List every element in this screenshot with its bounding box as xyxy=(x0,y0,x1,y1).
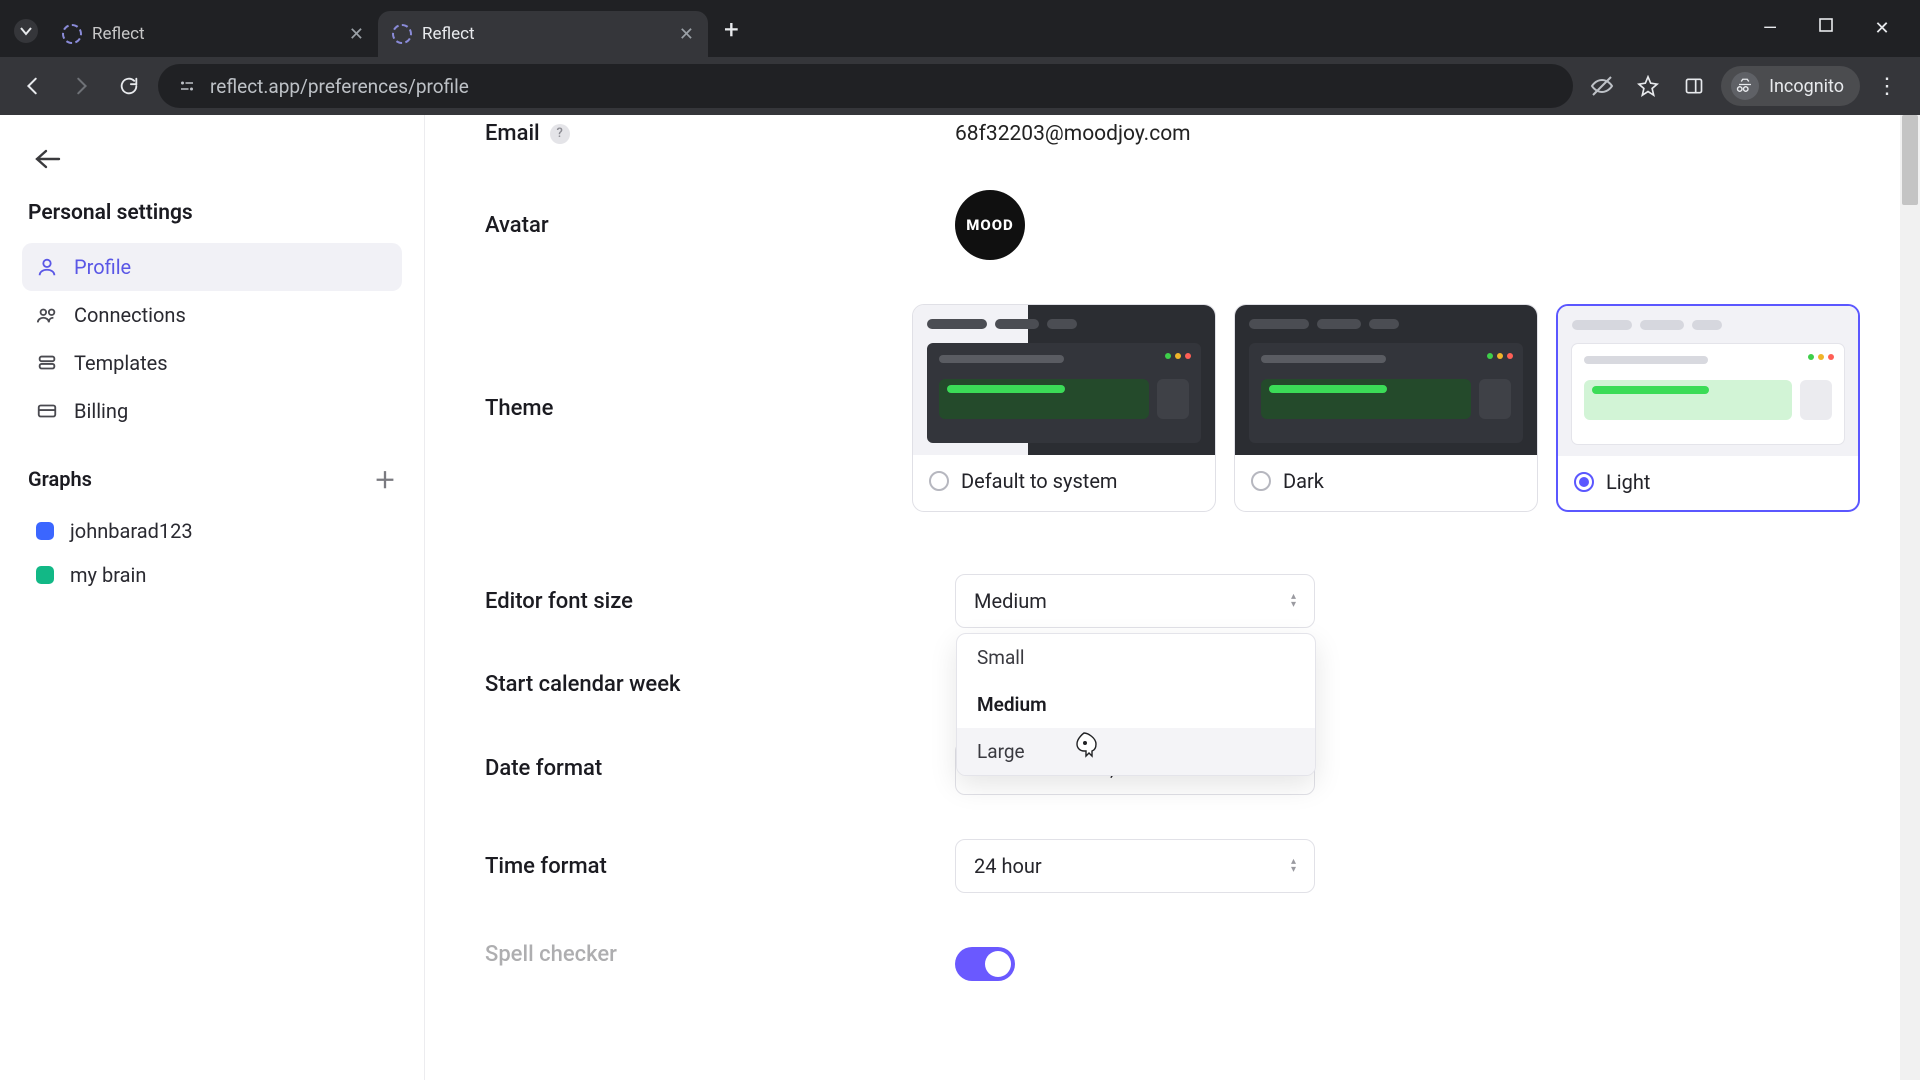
incognito-icon xyxy=(1731,72,1759,100)
theme-option-system[interactable]: Default to system xyxy=(912,304,1216,512)
url-text: reflect.app/preferences/profile xyxy=(210,75,469,98)
graph-item[interactable]: my brain xyxy=(22,553,402,597)
sidebar: Personal settings Profile Connections Te… xyxy=(0,115,425,1080)
radio-icon xyxy=(1251,471,1271,491)
theme-preview-icon xyxy=(913,305,1215,455)
font-size-option-large[interactable]: Large xyxy=(957,728,1315,775)
back-arrow-button[interactable] xyxy=(28,139,68,179)
new-tab-button[interactable]: + xyxy=(708,15,755,57)
sidebar-item-billing[interactable]: Billing xyxy=(22,387,402,435)
font-size-select[interactable]: Medium ▴▾ Small Medium Large xyxy=(955,574,1315,628)
graph-color-swatch xyxy=(36,522,54,540)
radio-icon xyxy=(1574,472,1594,492)
font-size-label: Editor font size xyxy=(485,589,633,614)
side-panel-icon[interactable] xyxy=(1675,67,1713,105)
graph-color-swatch xyxy=(36,566,54,584)
sidebar-item-connections[interactable]: Connections xyxy=(22,291,402,339)
chevron-sort-icon: ▴▾ xyxy=(1291,593,1296,609)
maximize-icon[interactable] xyxy=(1816,18,1836,39)
sidebar-item-label: Connections xyxy=(74,303,186,327)
help-icon[interactable]: ? xyxy=(550,124,570,144)
spell-checker-toggle[interactable] xyxy=(955,947,1015,981)
chevron-sort-icon: ▴▾ xyxy=(1291,858,1296,874)
email-label: Email xyxy=(485,121,540,146)
tab-search-button[interactable] xyxy=(14,19,38,43)
theme-option-label: Dark xyxy=(1283,469,1324,493)
theme-preview-icon xyxy=(1235,305,1537,455)
user-icon xyxy=(36,256,58,278)
reload-button[interactable] xyxy=(110,67,148,105)
option-label: Large xyxy=(977,740,1025,763)
avatar-text: MOOD xyxy=(966,216,1014,234)
window-controls: — ✕ xyxy=(1760,18,1910,57)
sidebar-section-title: Personal settings xyxy=(28,201,402,225)
users-icon xyxy=(36,304,58,326)
browser-menu-button[interactable]: ⋮ xyxy=(1868,74,1906,99)
incognito-eye-icon[interactable] xyxy=(1583,67,1621,105)
avatar[interactable]: MOOD xyxy=(955,190,1025,260)
cursor-icon xyxy=(1075,732,1099,760)
reflect-favicon-icon xyxy=(392,24,412,44)
back-button[interactable] xyxy=(14,67,52,105)
time-format-select[interactable]: 24 hour ▴▾ xyxy=(955,839,1315,893)
scrollbar-track[interactable] xyxy=(1900,115,1920,1080)
minimize-icon[interactable]: — xyxy=(1760,18,1780,39)
email-value: 68f32203@moodjoy.com xyxy=(955,122,1191,146)
site-settings-icon[interactable] xyxy=(178,77,196,95)
card-icon xyxy=(36,400,58,422)
close-tab-icon[interactable]: ✕ xyxy=(349,24,364,45)
sidebar-item-label: Billing xyxy=(74,399,128,423)
theme-option-label: Default to system xyxy=(961,469,1117,493)
incognito-chip[interactable]: Incognito xyxy=(1721,66,1860,106)
close-window-icon[interactable]: ✕ xyxy=(1872,18,1892,39)
browser-toolbar: reflect.app/preferences/profile Incognit… xyxy=(0,57,1920,115)
date-format-label: Date format xyxy=(485,756,602,781)
radio-icon xyxy=(929,471,949,491)
stack-icon xyxy=(36,352,58,374)
avatar-label: Avatar xyxy=(485,213,549,238)
calendar-week-label: Start calendar week xyxy=(485,672,680,697)
font-size-option-small[interactable]: Small xyxy=(957,634,1315,681)
main-content: Email ? 68f32203@moodjoy.com Avatar MOOD… xyxy=(425,115,1920,1080)
browser-tab-active[interactable]: Reflect ✕ xyxy=(378,11,708,57)
theme-preview-icon xyxy=(1558,306,1858,456)
graph-item[interactable]: johnbarad123 xyxy=(22,509,402,553)
incognito-label: Incognito xyxy=(1769,76,1844,97)
time-format-value: 24 hour xyxy=(974,854,1042,878)
bookmark-star-icon[interactable] xyxy=(1629,67,1667,105)
font-size-dropdown: Small Medium Large xyxy=(956,633,1316,776)
font-size-option-medium[interactable]: Medium xyxy=(957,681,1315,728)
tab-strip: Reflect ✕ Reflect ✕ + — ✕ xyxy=(0,0,1920,57)
theme-option-light[interactable]: Light xyxy=(1556,304,1860,512)
theme-option-dark[interactable]: Dark xyxy=(1234,304,1538,512)
spell-checker-label: Spell checker xyxy=(485,942,617,967)
scrollbar-thumb[interactable] xyxy=(1902,115,1918,205)
forward-button[interactable] xyxy=(62,67,100,105)
theme-option-label: Light xyxy=(1606,470,1650,494)
tab-title: Reflect xyxy=(92,24,145,44)
theme-label: Theme xyxy=(485,396,553,421)
font-size-value: Medium xyxy=(974,589,1047,613)
sidebar-item-templates[interactable]: Templates xyxy=(22,339,402,387)
close-tab-icon[interactable]: ✕ xyxy=(679,24,694,45)
browser-tab[interactable]: Reflect ✕ xyxy=(48,11,378,57)
reflect-favicon-icon xyxy=(62,24,82,44)
tab-title: Reflect xyxy=(422,24,475,44)
graph-label: my brain xyxy=(70,563,146,587)
graph-label: johnbarad123 xyxy=(70,519,193,543)
sidebar-item-profile[interactable]: Profile xyxy=(22,243,402,291)
sidebar-item-label: Templates xyxy=(74,351,168,375)
address-bar[interactable]: reflect.app/preferences/profile xyxy=(158,64,1573,108)
app-frame: Personal settings Profile Connections Te… xyxy=(0,115,1920,1080)
sidebar-item-label: Profile xyxy=(74,255,131,279)
graphs-section-title: Graphs xyxy=(28,467,92,491)
add-graph-button[interactable]: ＋ xyxy=(374,463,396,495)
time-format-label: Time format xyxy=(485,854,607,879)
